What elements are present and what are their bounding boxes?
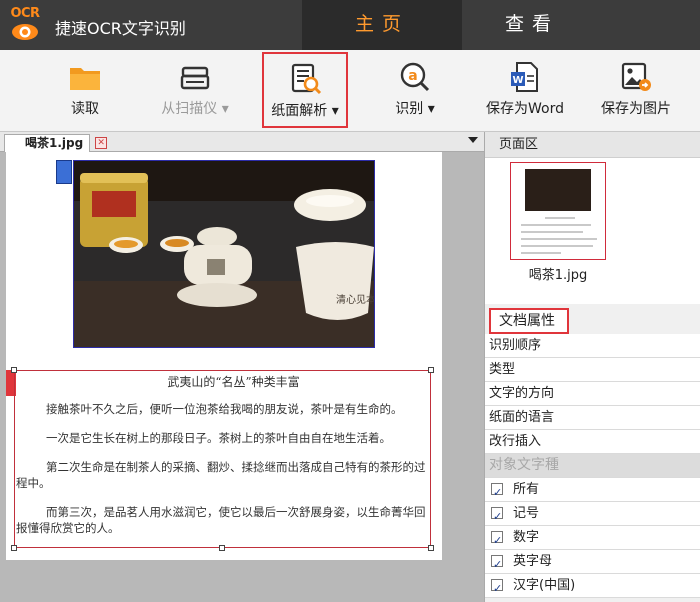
parse-label: 纸面解析 ▾ — [271, 103, 339, 119]
check-all-row[interactable]: 所有 — [485, 478, 700, 504]
tea-photo[interactable]: 清心见本真 — [73, 160, 375, 348]
eye-icon — [12, 24, 38, 40]
logo-text: OCR — [10, 6, 40, 21]
scan-button[interactable]: 从扫描仪 ▾ — [150, 50, 240, 128]
tab-view[interactable]: 查看 — [462, 0, 602, 50]
document-paragraph: 接触茶叶不久之后，便听一位泡茶给我喝的朋友说，茶叶是有生命的。 — [46, 402, 403, 416]
title-bar: OCR 捷速OCR文字识别 主页 查看 — [0, 0, 700, 50]
prop-page-language[interactable]: 纸面的语言 — [485, 406, 700, 430]
word-document-icon: W — [511, 62, 538, 92]
check-digits-row[interactable]: 数字 — [485, 526, 700, 552]
thumbnail-label: 喝茶1.jpg — [528, 268, 588, 283]
recognize-icon: a — [400, 62, 430, 92]
checkbox-chinese[interactable] — [491, 577, 503, 600]
save-word-label: 保存为Word — [486, 101, 564, 117]
image-region-marker-icon — [56, 160, 72, 184]
document-tab[interactable]: 喝茶1.jpg ✕ — [4, 134, 108, 152]
document-properties-title: 文档属性 — [489, 308, 569, 334]
document-properties-list: 识别顺序 类型 文字的方向 纸面的语言 改行插入 对象文字種 所有 记号 数字 … — [485, 334, 700, 600]
check-symbols-row[interactable]: 记号 — [485, 502, 700, 528]
tab-home[interactable]: 主页 — [302, 0, 462, 50]
page-thumbnail[interactable] — [510, 162, 606, 260]
checkbox-letters[interactable] — [491, 553, 503, 576]
scanner-icon — [180, 66, 210, 90]
parse-button[interactable]: 纸面解析 ▾ — [262, 52, 348, 128]
check-all-label: 所有 — [513, 482, 540, 497]
resize-handle[interactable] — [428, 367, 434, 373]
image-export-icon — [621, 62, 651, 91]
document-paragraph: 而第三次，是品茗人用水滋润它，使它以最后一次舒展身姿，以生命菁华回报懂得欣赏它的… — [16, 505, 426, 535]
checkbox-digits[interactable] — [491, 529, 503, 552]
document-page: 清心见本真 武夷山的“名丛”种类丰富 接触茶叶不久之后，便听一位泡茶给我喝的朋友… — [6, 152, 442, 560]
recognized-text: 武夷山的“名丛”种类丰富 接触茶叶不久之后，便听一位泡茶给我喝的朋友说，茶叶是有… — [16, 374, 431, 549]
document-tab-bar: 喝茶1.jpg ✕ — [0, 132, 484, 152]
check-symbols-label: 记号 — [513, 506, 540, 521]
recognize-label: 识别 ▾ — [395, 101, 435, 117]
toolbar: 读取 从扫描仪 ▾ 纸面解析 ▾ a 识别 ▾ W 保存为Word 保存为图片 — [0, 50, 700, 132]
right-panel: 页面区 喝茶1.jpg 文档属性 识别顺序 类型 文字的方向 纸面的语言 改行插… — [484, 132, 700, 602]
recognize-button[interactable]: a 识别 ▾ — [380, 50, 450, 128]
app-logo: OCR — [8, 6, 42, 44]
folder-icon — [70, 68, 100, 90]
document-tab-label: 喝茶1.jpg — [25, 136, 84, 150]
svg-text:W: W — [512, 75, 523, 86]
prop-type[interactable]: 类型 — [485, 358, 700, 382]
document-paragraph: 一次是它生长在树上的那段日子。茶树上的茶叶自由自在地生活着。 — [46, 431, 391, 445]
svg-text:清心见本真: 清心见本真 — [336, 293, 375, 306]
save-image-button[interactable]: 保存为图片 — [593, 50, 679, 128]
read-button[interactable]: 读取 — [48, 50, 122, 128]
close-icon[interactable]: ✕ — [95, 137, 108, 149]
object-text-type-group: 对象文字種 — [485, 454, 700, 478]
check-letters-row[interactable]: 英字母 — [485, 550, 700, 576]
save-word-button[interactable]: W 保存为Word — [480, 50, 570, 128]
scan-label: 从扫描仪 ▾ — [161, 101, 229, 117]
page-area-title: 页面区 — [485, 132, 700, 158]
check-chinese-row[interactable]: 汉字(中国) — [485, 574, 700, 600]
check-digits-label: 数字 — [513, 530, 540, 545]
checkbox-all[interactable] — [491, 481, 503, 504]
prop-recognition-order[interactable]: 识别顺序 — [485, 334, 700, 358]
page-analysis-icon — [291, 63, 322, 95]
document-canvas: 清心见本真 武夷山的“名丛”种类丰富 接触茶叶不久之后，便听一位泡茶给我喝的朋友… — [0, 152, 484, 602]
chevron-down-icon[interactable] — [468, 137, 478, 143]
prop-text-direction[interactable]: 文字的方向 — [485, 382, 700, 406]
save-image-label: 保存为图片 — [601, 101, 671, 117]
resize-handle[interactable] — [11, 367, 17, 373]
check-chinese-label: 汉字(中国) — [513, 578, 576, 593]
thumbnail-photo — [525, 169, 591, 211]
read-label: 读取 — [71, 101, 99, 117]
check-letters-label: 英字母 — [513, 554, 553, 569]
checkbox-symbols[interactable] — [491, 505, 503, 528]
page-area: 喝茶1.jpg — [485, 158, 700, 304]
prop-line-break-insert[interactable]: 改行插入 — [485, 430, 700, 454]
svg-text:a: a — [408, 68, 417, 84]
document-paragraph: 第二次生命是在制茶人的采摘、翻炒、揉捻继而出落成自己特有的茶形的过程中。 — [16, 460, 426, 490]
app-title: 捷速OCR文字识别 — [55, 19, 186, 38]
document-heading: 武夷山的“名丛”种类丰富 — [167, 375, 300, 389]
